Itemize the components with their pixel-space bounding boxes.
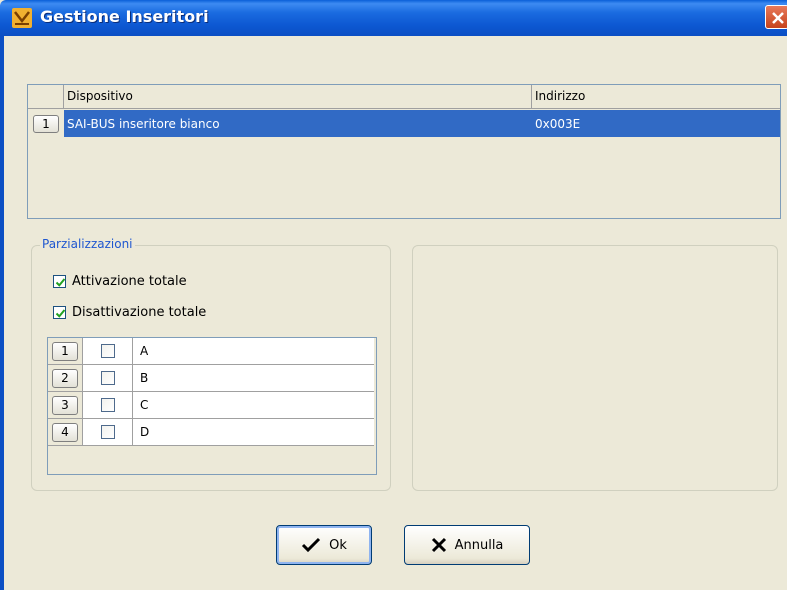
partition-number-button[interactable]: 2 [52, 368, 78, 388]
total-activation-checkbox[interactable]: Attivazione totale [53, 274, 187, 289]
total-activation-label: Attivazione totale [72, 274, 187, 289]
window-title: Gestione Inseritori [40, 7, 209, 26]
partition-number-cell: 4 [48, 419, 83, 445]
checkbox-checked[interactable] [53, 306, 66, 319]
total-deactivation-checkbox[interactable]: Disattivazione totale [53, 305, 206, 320]
partition-row[interactable]: 4 D [48, 419, 374, 446]
partition-number-button[interactable]: 4 [52, 422, 78, 442]
partition-check-cell [83, 338, 133, 364]
partition-checkbox[interactable] [100, 344, 115, 358]
partitions-legend: Parzializzazioni [40, 237, 135, 251]
device-name-cell[interactable]: SAI-BUS inseritore bianco [64, 117, 532, 131]
partition-checkbox[interactable] [100, 371, 115, 385]
cancel-button-label: Annulla [454, 537, 504, 553]
partition-label[interactable]: B [133, 365, 374, 391]
device-grid[interactable]: Dispositivo Indirizzo 1 SAI-BUS inserito… [27, 84, 781, 219]
title-bar[interactable]: Gestione Inseritori [0, 0, 787, 36]
partition-number-button[interactable]: 1 [52, 341, 78, 361]
partition-row[interactable]: 2 B [48, 365, 374, 392]
partition-check-cell [83, 392, 133, 418]
checkbox-checked[interactable] [53, 275, 66, 288]
x-icon [431, 537, 446, 553]
partition-label[interactable]: C [133, 392, 374, 418]
total-deactivation-label: Disattivazione totale [72, 305, 207, 320]
close-button[interactable] [765, 5, 787, 29]
partition-row[interactable]: 1 A [48, 338, 374, 365]
close-icon [772, 12, 784, 24]
partition-label[interactable]: A [133, 338, 374, 364]
app-icon [12, 8, 32, 28]
cancel-button[interactable]: Annulla [404, 525, 530, 565]
check-icon [55, 278, 66, 287]
grid-header: Dispositivo Indirizzo [28, 85, 780, 109]
checkmark-icon [302, 537, 321, 553]
partition-number-cell: 3 [48, 392, 83, 418]
partitions-table[interactable]: 1 A 2 B 3 C 4 D [47, 337, 377, 475]
column-header-device[interactable]: Dispositivo [64, 85, 532, 108]
partition-row[interactable]: 3 C [48, 392, 374, 419]
details-group [412, 245, 778, 491]
partition-number-cell: 1 [48, 338, 83, 364]
check-icon [55, 309, 66, 318]
row-number-button[interactable]: 1 [33, 114, 59, 133]
partition-check-cell [83, 365, 133, 391]
row-number-cell: 1 [28, 110, 64, 137]
partition-check-cell [83, 419, 133, 445]
grid-corner [28, 85, 64, 108]
partition-label[interactable]: D [133, 419, 374, 445]
ok-button[interactable]: Ok [276, 525, 372, 565]
device-address-cell[interactable]: 0x003E [532, 117, 780, 131]
column-header-address[interactable]: Indirizzo [532, 85, 780, 108]
partition-number-cell: 2 [48, 365, 83, 391]
ok-button-label: Ok [329, 537, 347, 553]
partition-checkbox[interactable] [100, 398, 115, 412]
device-row[interactable]: 1 SAI-BUS inseritore bianco 0x003E [28, 110, 780, 137]
window-border [0, 36, 4, 590]
partitions-group: Parzializzazioni Attivazione totale Disa… [31, 237, 391, 491]
partition-checkbox[interactable] [100, 425, 115, 439]
dialog-window: Gestione Inseritori Dispositivo Indirizz… [0, 0, 787, 590]
partition-number-button[interactable]: 3 [52, 395, 78, 415]
